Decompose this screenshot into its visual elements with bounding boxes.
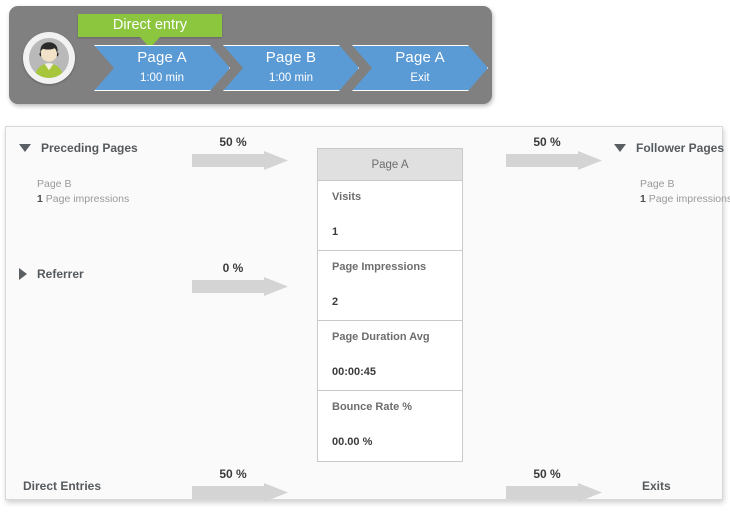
arrow-icon <box>506 483 602 502</box>
preceding-page-name: Page B <box>37 178 72 190</box>
journey-step-3-sub: Exit <box>410 72 430 84</box>
table-row: Bounce Rate % 00.00 % <box>318 391 462 461</box>
exits-meter: 50 % <box>506 467 602 503</box>
referrer-toggle[interactable]: Referrer <box>19 267 84 281</box>
direct-entry-badge: Direct entry <box>78 14 222 37</box>
metric-value: 2 <box>332 296 339 308</box>
metric-label: Visits <box>332 191 362 203</box>
triangle-right-icon <box>19 268 27 280</box>
avatar-disc <box>29 38 69 78</box>
journey-step-3[interactable]: Page A Exit <box>352 45 488 91</box>
table-row: Page Duration Avg 00:00:45 <box>318 321 462 391</box>
page-detail-panel: Preceding Pages Page B 1 Page impression… <box>5 126 730 503</box>
meter-fill <box>192 170 228 183</box>
metric-label: Bounce Rate % <box>332 401 413 413</box>
arrow-icon <box>192 483 288 502</box>
meter-percent-label: 50 % <box>219 135 247 149</box>
user-avatar-icon <box>23 32 75 84</box>
direct-entries-meter: 50 % <box>192 467 288 503</box>
preceding-page-count: 1 <box>37 193 43 205</box>
follower-page-count: 1 <box>640 193 646 205</box>
meter-fill <box>506 170 542 183</box>
journey-step-1-text: Page A 1:00 min <box>94 45 230 84</box>
journey-step-3-title: Page A <box>395 49 445 66</box>
direct-entries-label: Direct Entries <box>23 479 102 493</box>
metric-value: 00.00 % <box>332 436 373 448</box>
journey-step-3-text: Page A Exit <box>352 45 488 84</box>
preceding-page-count-unit: Page impressions <box>45 193 130 205</box>
follower-pages-toggle[interactable]: Follower Pages <box>614 141 724 155</box>
journey-step-2-sub: 1:00 min <box>268 72 314 84</box>
preceding-pages-label: Preceding Pages <box>41 141 138 155</box>
journey-step-1-title: Page A <box>137 49 187 66</box>
journey-bar: Direct entry Page A 1:00 min Page B 1:00… <box>9 6 492 104</box>
follower-pages-label: Follower Pages <box>636 141 725 155</box>
metric-value: 00:00:45 <box>332 366 377 378</box>
triangle-down-icon <box>614 144 626 152</box>
referrer-label: Referrer <box>37 267 84 281</box>
list-item[interactable]: Page B <box>37 177 129 192</box>
journey-step-2[interactable]: Page B 1:00 min <box>223 45 359 91</box>
follower-page-count-unit: Page impressions <box>648 193 730 205</box>
preceding-pages-list: Page B 1 Page impressions <box>37 177 129 207</box>
page-metrics-table: Page A Visits 1 Page Impressions 2 Page … <box>317 148 463 462</box>
arrow-icon <box>192 151 288 170</box>
triangle-down-icon <box>19 144 31 152</box>
journey-step-2-title: Page B <box>265 49 317 66</box>
preceding-pages-meter: 50 % <box>192 135 288 171</box>
journey-step-2-text: Page B 1:00 min <box>223 45 359 84</box>
metric-value: 1 <box>332 226 339 238</box>
meter-percent-label: 0 % <box>222 261 244 275</box>
list-item-meta: 1 Page impressions <box>640 192 730 207</box>
follower-page-name: Page B <box>640 178 675 190</box>
list-item[interactable]: Page B <box>640 177 730 192</box>
arrow-icon <box>192 277 288 296</box>
metric-label: Page Impressions <box>332 261 427 273</box>
table-row: Visits 1 <box>318 181 462 251</box>
preceding-pages-toggle[interactable]: Preceding Pages <box>19 141 138 155</box>
meter-percent-label: 50 % <box>533 135 561 149</box>
exits-label: Exits <box>642 479 671 493</box>
follower-pages-list: Page B 1 Page impressions <box>640 177 730 207</box>
list-item-meta: 1 Page impressions <box>37 192 129 207</box>
table-row: Page Impressions 2 <box>318 251 462 321</box>
referrer-meter: 0 % <box>192 261 288 297</box>
arrow-icon <box>506 151 602 170</box>
metrics-table-header: Page A <box>318 149 462 181</box>
metric-label: Page Duration Avg <box>332 331 430 343</box>
journey-step-1-sub: 1:00 min <box>139 72 185 84</box>
journey-step-1[interactable]: Page A 1:00 min <box>94 45 230 91</box>
direct-entry-label: Direct entry <box>112 17 188 33</box>
meter-fill <box>506 502 542 515</box>
meter-percent-label: 50 % <box>219 467 247 481</box>
follower-pages-meter: 50 % <box>506 135 602 171</box>
meter-percent-label: 50 % <box>533 467 561 481</box>
avatar-person-glyph <box>35 42 63 78</box>
meter-fill <box>192 502 228 515</box>
